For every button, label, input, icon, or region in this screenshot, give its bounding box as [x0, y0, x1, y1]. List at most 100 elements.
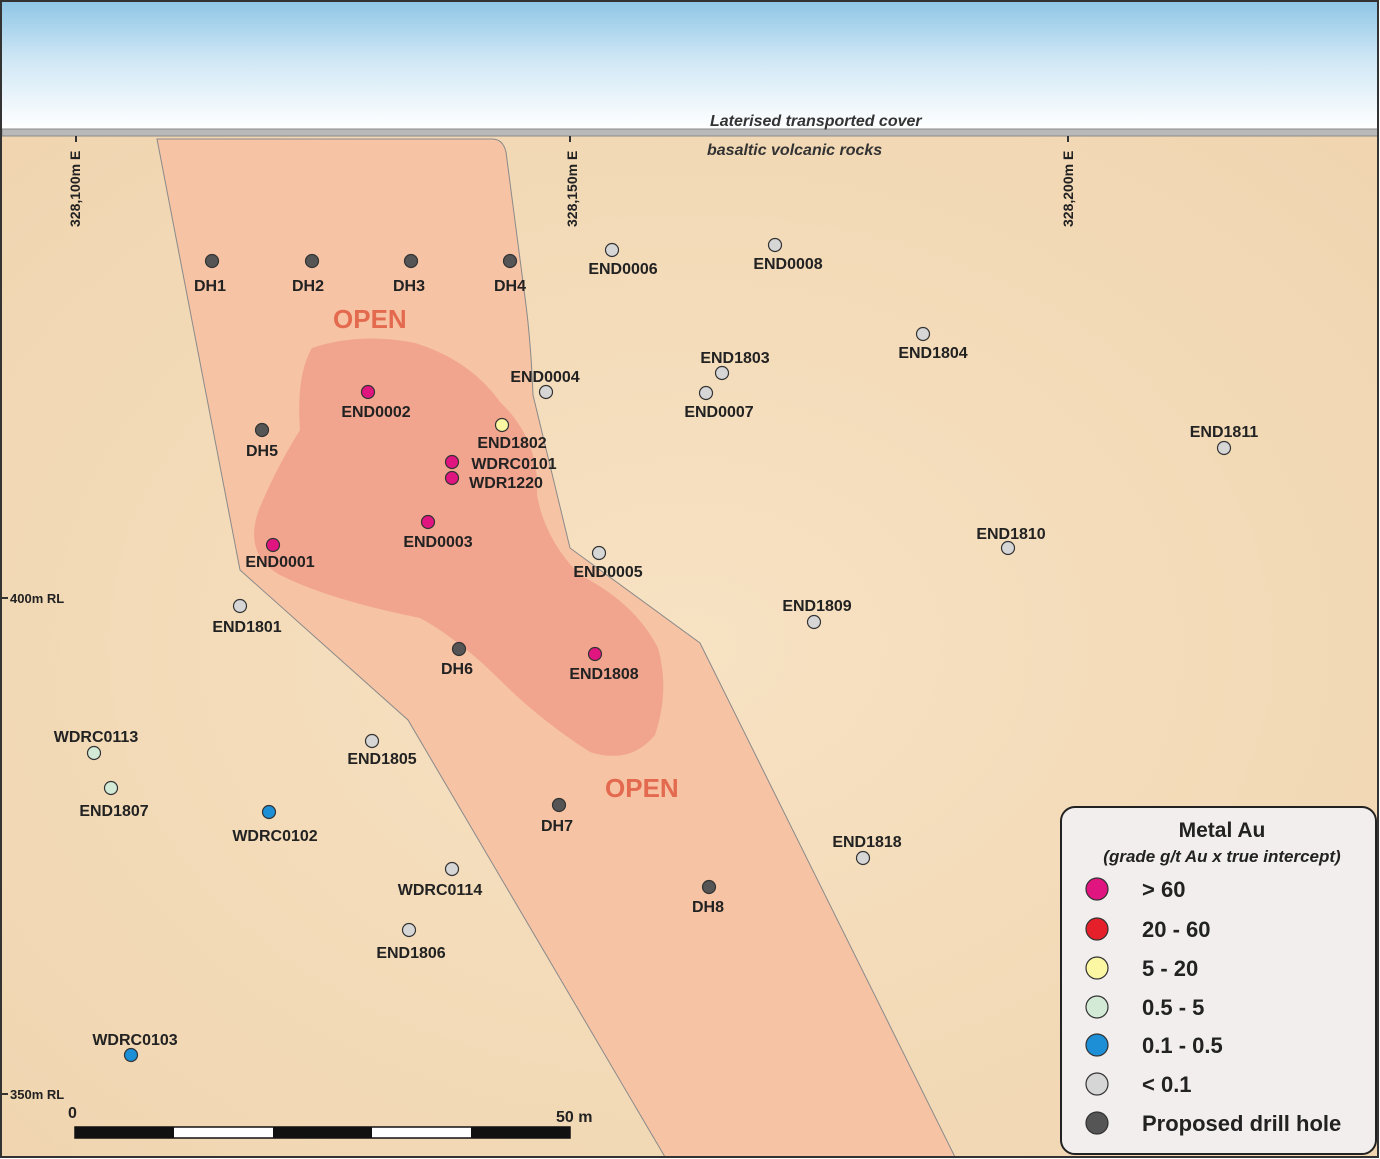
legend-label: 0.5 - 5 [1142, 995, 1204, 1020]
drill-hole-label: WDRC0114 [398, 882, 483, 899]
drill-hole-marker [551, 797, 567, 813]
drill-hole-marker [403, 253, 419, 269]
bedrock-layer-label: basaltic volcanic rocks [707, 142, 882, 159]
drill-hole-label: DH1 [194, 278, 226, 295]
scale-start-label: 0 [68, 1105, 77, 1122]
drill-hole-label: END1806 [376, 945, 445, 962]
drill-hole-label: WDRC0113 [54, 729, 139, 746]
drill-hole-label: END0003 [403, 534, 472, 551]
drill-hole-label: END1803 [700, 350, 769, 367]
drill-hole-marker [254, 422, 270, 438]
drill-hole-label: END1802 [477, 435, 546, 452]
legend-swatch [1085, 995, 1109, 1019]
drill-hole-marker [265, 537, 281, 553]
drill-hole-marker [1216, 440, 1232, 456]
drill-hole-label: END1818 [832, 834, 901, 851]
drill-hole-marker [494, 417, 510, 433]
drill-hole-label: DH5 [246, 443, 278, 460]
legend-label: Proposed drill hole [1142, 1111, 1341, 1136]
easting-label: 328,200m E [1060, 151, 1076, 227]
drill-hole-label: END0007 [684, 404, 753, 421]
elevation-label: 350m RL [10, 1087, 64, 1102]
legend-label: 5 - 20 [1142, 956, 1198, 981]
drill-hole-label: END1801 [212, 619, 281, 636]
drill-hole-label: END1805 [347, 751, 416, 768]
scale-end-label: 50 m [556, 1109, 592, 1126]
drill-hole-marker [86, 745, 102, 761]
drill-hole-marker [1000, 540, 1016, 556]
drill-hole-label: END0002 [341, 404, 410, 421]
elevation-350: 350m RL [2, 1087, 64, 1102]
legend: Metal Au (grade g/t Au x true intercept)… [1060, 806, 1377, 1155]
drill-hole-marker [604, 242, 620, 258]
legend-swatch [1085, 1072, 1109, 1096]
drill-hole-marker [698, 385, 714, 401]
drill-hole-marker [364, 733, 380, 749]
legend-label: 20 - 60 [1142, 917, 1211, 942]
drill-hole-label: END0004 [510, 369, 579, 386]
easting-label: 328,100m E [67, 151, 83, 227]
drill-hole-marker [591, 545, 607, 561]
drill-hole-label: WDRC0101 [471, 456, 556, 473]
open-label-lower: OPEN [605, 773, 679, 803]
drill-hole-label: DH2 [292, 278, 324, 295]
easting-label: 328,150m E [564, 151, 580, 227]
legend-item: 0.5 - 5 [1085, 995, 1204, 1020]
drill-hole-label: END0001 [245, 554, 314, 571]
drill-hole-marker [123, 1047, 139, 1063]
legend-swatch [1085, 1111, 1109, 1135]
drill-hole-marker [806, 614, 822, 630]
drill-hole-marker [701, 879, 717, 895]
drill-hole-label: DH3 [393, 278, 425, 295]
drill-hole-label: DH8 [692, 899, 724, 916]
drill-hole-marker [261, 804, 277, 820]
drill-hole-label: END1807 [79, 803, 148, 820]
open-label-upper: OPEN [333, 304, 407, 334]
sky-band [2, 2, 1378, 129]
drill-hole-marker [538, 384, 554, 400]
drill-hole-marker [451, 641, 467, 657]
drill-hole-marker [587, 646, 603, 662]
legend-item: 5 - 20 [1085, 956, 1198, 981]
drill-hole-label: END0005 [573, 564, 642, 581]
drill-hole-label: DH7 [541, 818, 573, 835]
long-section-diagram: 328,100m E 328,150m E 328,200m E 400m RL… [0, 0, 1380, 1159]
legend-swatch [1085, 1033, 1109, 1057]
drill-hole-marker [855, 850, 871, 866]
legend-label: > 60 [1142, 877, 1185, 902]
elevation-400: 400m RL [2, 591, 64, 606]
drill-hole-label: WDRC0102 [232, 828, 317, 845]
drill-hole-label: END1804 [898, 345, 967, 362]
drill-hole-label: END1809 [782, 598, 851, 615]
legend-swatch [1085, 917, 1109, 941]
drill-hole-label: END1810 [976, 526, 1045, 543]
drill-hole-marker [714, 365, 730, 381]
section-canvas: 328,100m E 328,150m E 328,200m E 400m RL… [0, 0, 1379, 1158]
drill-hole-label: WDR1220 [469, 475, 543, 492]
drill-hole-label: END0006 [588, 261, 657, 278]
drill-hole-marker [915, 326, 931, 342]
drill-hole-label: END1808 [569, 666, 638, 683]
legend-swatch [1085, 877, 1109, 901]
legend-label: < 0.1 [1142, 1072, 1192, 1097]
drill-hole-marker [767, 237, 783, 253]
drill-hole-marker [360, 384, 376, 400]
drill-hole-label: END0008 [753, 256, 822, 273]
drill-hole-marker [204, 253, 220, 269]
legend-swatch [1085, 956, 1109, 980]
drill-hole-marker [304, 253, 320, 269]
drill-hole-label: DH6 [441, 661, 473, 678]
drill-hole-label: WDRC0103 [92, 1032, 177, 1049]
legend-label: 0.1 - 0.5 [1142, 1033, 1223, 1058]
legend-subtitle: (grade g/t Au x true intercept) [1103, 847, 1341, 866]
drill-hole-marker [444, 454, 460, 470]
drill-hole-marker [401, 922, 417, 938]
drill-hole-marker [420, 514, 436, 530]
elevation-label: 400m RL [10, 591, 64, 606]
drill-hole-marker [444, 470, 460, 486]
drill-hole-marker [502, 253, 518, 269]
drill-hole-marker [444, 861, 460, 877]
cover-layer-label: Laterised transported cover [710, 113, 922, 130]
legend-title: Metal Au [1179, 819, 1266, 842]
drill-hole-label: DH4 [494, 278, 526, 295]
